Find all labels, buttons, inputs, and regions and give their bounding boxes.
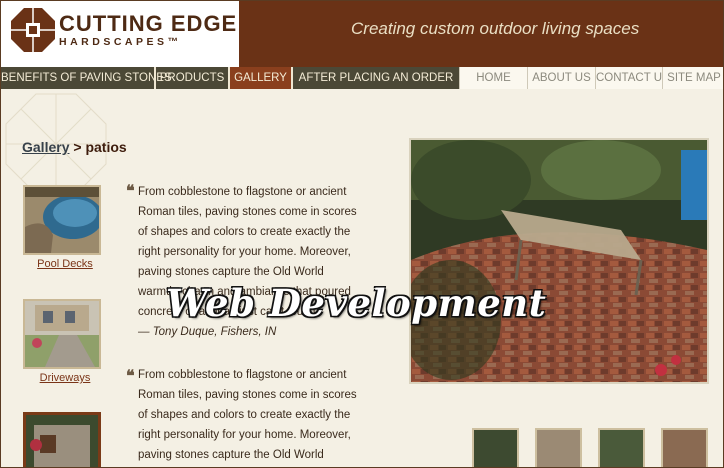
nav-item-home[interactable]: HOME bbox=[459, 67, 527, 89]
logo-icon bbox=[11, 8, 55, 52]
nav-item-contact-us[interactable]: CONTACT US bbox=[595, 67, 670, 89]
gallery-thumbnail-2[interactable] bbox=[535, 428, 582, 467]
testimonial-2: From cobblestone to flagstone or ancient… bbox=[138, 365, 358, 465]
gallery-thumbnail-3[interactable] bbox=[598, 428, 645, 467]
pool-decks-link[interactable]: Pool Decks bbox=[9, 258, 121, 270]
nav-item-site-map[interactable]: SITE MAP bbox=[662, 67, 723, 89]
gallery-thumbnail-4[interactable] bbox=[661, 428, 708, 467]
breadcrumb: Gallery > patios bbox=[22, 139, 127, 155]
web-page: CUTTING EDGE HARDSCAPES™ Creating custom… bbox=[0, 0, 724, 468]
nav-item-products[interactable]: PRODUCTS bbox=[156, 67, 230, 89]
brand-subtitle: HARDSCAPES™ bbox=[59, 36, 182, 48]
breadcrumb-gallery-link[interactable]: Gallery bbox=[22, 139, 69, 155]
nav-item-after-order[interactable]: AFTER PLACING AN ORDER bbox=[293, 67, 459, 89]
overlay-caption: Web Development bbox=[166, 281, 547, 325]
main-content: Gallery > patios Pool Decks Driveways ❝ … bbox=[1, 89, 723, 467]
testimonial-attribution: — Tony Duque, Fishers, IN bbox=[138, 326, 277, 338]
quote-line: Roman tiles, paving stones come in score… bbox=[138, 206, 357, 218]
nav-item-about-us[interactable]: ABOUT US bbox=[527, 67, 595, 89]
navigation-bar: BENEFITS OF PAVING STONES PRODUCTS GALLE… bbox=[1, 67, 723, 89]
breadcrumb-current: patios bbox=[85, 139, 127, 155]
gallery-thumbnail-1[interactable] bbox=[472, 428, 519, 467]
breadcrumb-separator: > bbox=[69, 139, 86, 155]
open-quote-icon: ❝ bbox=[126, 368, 135, 385]
quote-line: From cobblestone to flagstone or ancient bbox=[138, 186, 347, 198]
quote-line: paving stones capture the Old World bbox=[138, 449, 324, 461]
quote-line: From cobblestone to flagstone or ancient bbox=[138, 369, 347, 381]
header-banner: Creating custom outdoor living spaces bbox=[239, 1, 723, 67]
logo[interactable]: CUTTING EDGE HARDSCAPES™ bbox=[1, 1, 239, 67]
patios-thumbnail[interactable] bbox=[23, 412, 101, 467]
brand-name: CUTTING EDGE bbox=[59, 11, 238, 36]
quote-line: right personality for your home. Moreove… bbox=[138, 246, 351, 258]
featured-patio-photo bbox=[401, 138, 709, 384]
driveway-image bbox=[25, 301, 99, 367]
secondary-nav: HOME ABOUT US CONTACT US SITE MAP bbox=[459, 67, 723, 89]
quote-line: of shapes and colors to create exactly t… bbox=[138, 409, 351, 421]
main-nav: BENEFITS OF PAVING STONES PRODUCTS GALLE… bbox=[1, 67, 459, 89]
nav-item-gallery[interactable]: GALLERY bbox=[230, 67, 293, 89]
pool-decks-thumbnail[interactable] bbox=[23, 185, 103, 255]
patio-photo-image bbox=[401, 140, 707, 382]
patio-image bbox=[26, 415, 98, 467]
pool-deck-image bbox=[25, 187, 103, 253]
quote-line: Roman tiles, paving stones come in score… bbox=[138, 389, 357, 401]
quote-line: right personality for your home. Moreove… bbox=[138, 429, 351, 441]
driveways-thumbnail[interactable] bbox=[23, 299, 101, 369]
quote-line: paving stones capture the Old World bbox=[138, 266, 324, 278]
tagline: Creating custom outdoor living spaces bbox=[351, 19, 640, 38]
open-quote-icon: ❝ bbox=[126, 183, 135, 200]
nav-item-benefits[interactable]: BENEFITS OF PAVING STONES bbox=[1, 67, 172, 89]
driveways-link[interactable]: Driveways bbox=[9, 372, 121, 384]
quote-line: of shapes and colors to create exactly t… bbox=[138, 226, 351, 238]
